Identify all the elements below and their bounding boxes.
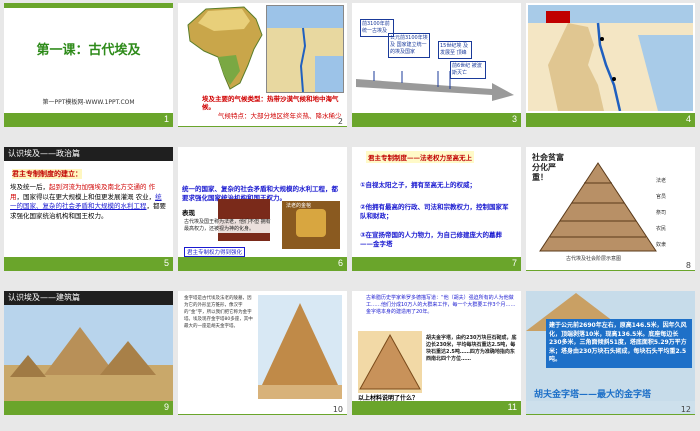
slide-number: 11: [507, 402, 517, 412]
slide-thumbnail-10[interactable]: 金字塔是古代埃及法老的陵墓，因为它的外形呈方锥形，像汉字的“金”字，所以我们把它…: [178, 291, 347, 415]
timeline-box-4: 前6世纪 被波斯灭亡: [450, 61, 486, 79]
pyramid-cross-section: [358, 331, 422, 393]
pyramid-label-3: 祭司: [656, 210, 667, 216]
slide-number-bar: 5: [4, 257, 173, 271]
body-text-2: ，国家得以在更大规模上和但更发展灌溉 农业，: [16, 192, 156, 201]
climate-feature-text: 气候特点：大部分地区终年炎热、降水稀少: [218, 112, 342, 120]
slide-number-bar: 11: [352, 401, 521, 415]
slide-header: 认识埃及——政治篇: [4, 147, 173, 161]
slide-number: 1: [163, 114, 169, 124]
slide-number: 2: [337, 117, 343, 126]
slide-thumbnail-9[interactable]: 认识埃及——建筑篇 9: [4, 291, 173, 415]
slide-number: 7: [511, 258, 517, 268]
body-text-1: 埃及统一后，: [10, 183, 49, 191]
africa-map: [187, 6, 263, 90]
slide-number-bar: 1: [4, 113, 173, 127]
slide-point-1: ①自视太阳之子，拥有至高无上的权威；: [360, 181, 477, 189]
slide-subtitle: 君主专制制度的建立：: [12, 169, 82, 179]
slide-accent-strip: [4, 3, 173, 8]
slide-number-bar: [178, 414, 347, 415]
slide-number-bar: 9: [4, 401, 173, 415]
slide-number-bar: [526, 270, 695, 271]
slide-sub-caption: 君主专制权力得到强化: [184, 247, 246, 257]
timeline-box-3: 15世纪埃 及发展至 顶峰: [438, 41, 472, 59]
pyramid-label-5: 奴隶: [656, 242, 667, 248]
slide-thumbnail-8[interactable]: 社会贫富 分化严重！ 法老 官员 祭司 农民 奴隶 古代埃及社会阶层示意图 8: [526, 147, 695, 271]
slide-thumbnail-7[interactable]: 君主专制制度——法老权力至高无上 ①自视太阳之子，拥有至高无上的权威； ②他拥有…: [352, 147, 521, 271]
slide-number: 6: [337, 258, 343, 268]
egypt-map: [528, 5, 693, 112]
pyramid-label-2: 官员: [656, 194, 667, 200]
climate-type-text: 埃及主要的气候类型：热带沙漠气候和地中海气候。: [202, 95, 339, 111]
slide-point-3: ③在宣扬帝国的人力物力，为自己修建庞大的墓葬——金字塔: [360, 231, 503, 248]
slide-thumbnail-5[interactable]: 认识埃及——政治篇 君主专制制度的建立： 埃及统一后，起到河流为加强埃及南北方交…: [4, 147, 173, 271]
slide-thumbnail-3[interactable]: 前3100年前 统一古埃及 公元前3100年埃及 国家建立统一的埃及国家 15世…: [352, 3, 521, 127]
slide-text-2: 胡夫金字塔，由约230万块巨石砌成，底边长230米，平均每块石重达2.5吨，每块…: [426, 335, 517, 362]
slide-note: 古代埃及国王称为法老，他们不但 拥有最高权力，还被视为神的化身。: [184, 219, 274, 233]
timeline-arrow: [356, 71, 514, 101]
slide-title: 君主专制制度——法老权力至高无上: [366, 151, 474, 163]
slide-label: 表现: [182, 209, 195, 217]
slide-thumbnail-1[interactable]: 第一课：古代埃及 第一PPT模板网-WWW.1PPT.COM 1: [4, 3, 173, 127]
slide-thumbnail-6[interactable]: 统一的国家、复杂的社会矛盾和大规模的水利工程，都要求强化国家统治机构和国王权力。…: [178, 147, 347, 271]
slide-body: 埃及统一后，起到河流为加强埃及南北方交通的 作用，国家得以在更大规模上和但更发展…: [10, 183, 166, 221]
image-caption: 法老的金棺: [286, 203, 312, 209]
info-box: 建于公元前2690年左右，原高146.5米，因年久风化，顶端剥落10米，现高13…: [546, 319, 692, 368]
slide-number-bar: [178, 126, 347, 127]
slide-number: 3: [511, 114, 517, 124]
social-pyramid: [539, 162, 657, 252]
slide-text: 金字塔是古代埃及法老的陵墓，因为它的外形呈方锥形，像汉字的“金”字，所以我们把它…: [184, 296, 253, 329]
egypt-map-inset: [266, 5, 344, 93]
slide-title: 第一课：古代埃及: [36, 43, 141, 58]
slide-number-bar: [526, 414, 695, 415]
pyramid-label-1: 法老: [656, 178, 667, 184]
slide-number-bar: 3: [352, 113, 521, 127]
slide-number: 10: [332, 405, 343, 414]
image-caption: 古代埃及社会阶层示意图: [566, 256, 622, 262]
slide-point-2: ②他拥有最高的行政、司法和宗教权力，控制国家军队和财政；: [360, 203, 509, 220]
slide-text-1: 古希腊历史学家希罗多德描写道：“他（胡夫）强迫所有的人为他做工……他们分成10万…: [366, 295, 516, 315]
slide-thumbnail-12[interactable]: 建于公元前2690年左右，原高146.5米，因年久风化，顶端剥落10米，现高13…: [526, 291, 695, 415]
slide-thumbnail-2[interactable]: 埃及主要的气候类型：热带沙漠气候和地中海气候。 气候特点：大部分地区终年炎热、降…: [178, 3, 347, 127]
slide-number: 4: [685, 114, 691, 124]
slide-number: 8: [685, 261, 691, 270]
slide-number-bar: 7: [352, 257, 521, 271]
slide-number: 5: [163, 258, 169, 268]
pyramid-labels: 法老 官员 祭司 农民 奴隶: [656, 173, 666, 253]
slide-caption: 胡夫金字塔——最大的金字塔: [534, 390, 652, 400]
slide-number: 9: [163, 402, 169, 412]
pyramids-photo: [4, 305, 173, 401]
slide-number: 12: [680, 405, 691, 414]
slide-header: 认识埃及——建筑篇: [4, 291, 173, 305]
slide-number-bar: 6: [178, 257, 347, 271]
slide-footer-text: 第一PPT模板网-WWW.1PPT.COM: [42, 99, 135, 106]
timeline-box-2: 公元前3100年埃及 国家建立统一的埃及国家: [388, 33, 430, 58]
slide-thumbnail-4[interactable]: 4: [526, 3, 695, 127]
slide-thumbnail-11[interactable]: 古希腊历史学家希罗多德描写道：“他（胡夫）强迫所有的人为他做工……他们分成10万…: [352, 291, 521, 415]
pyramid-photo: [258, 295, 342, 399]
slide-number-bar: 4: [526, 113, 695, 127]
pyramid-label-4: 农民: [656, 226, 667, 232]
